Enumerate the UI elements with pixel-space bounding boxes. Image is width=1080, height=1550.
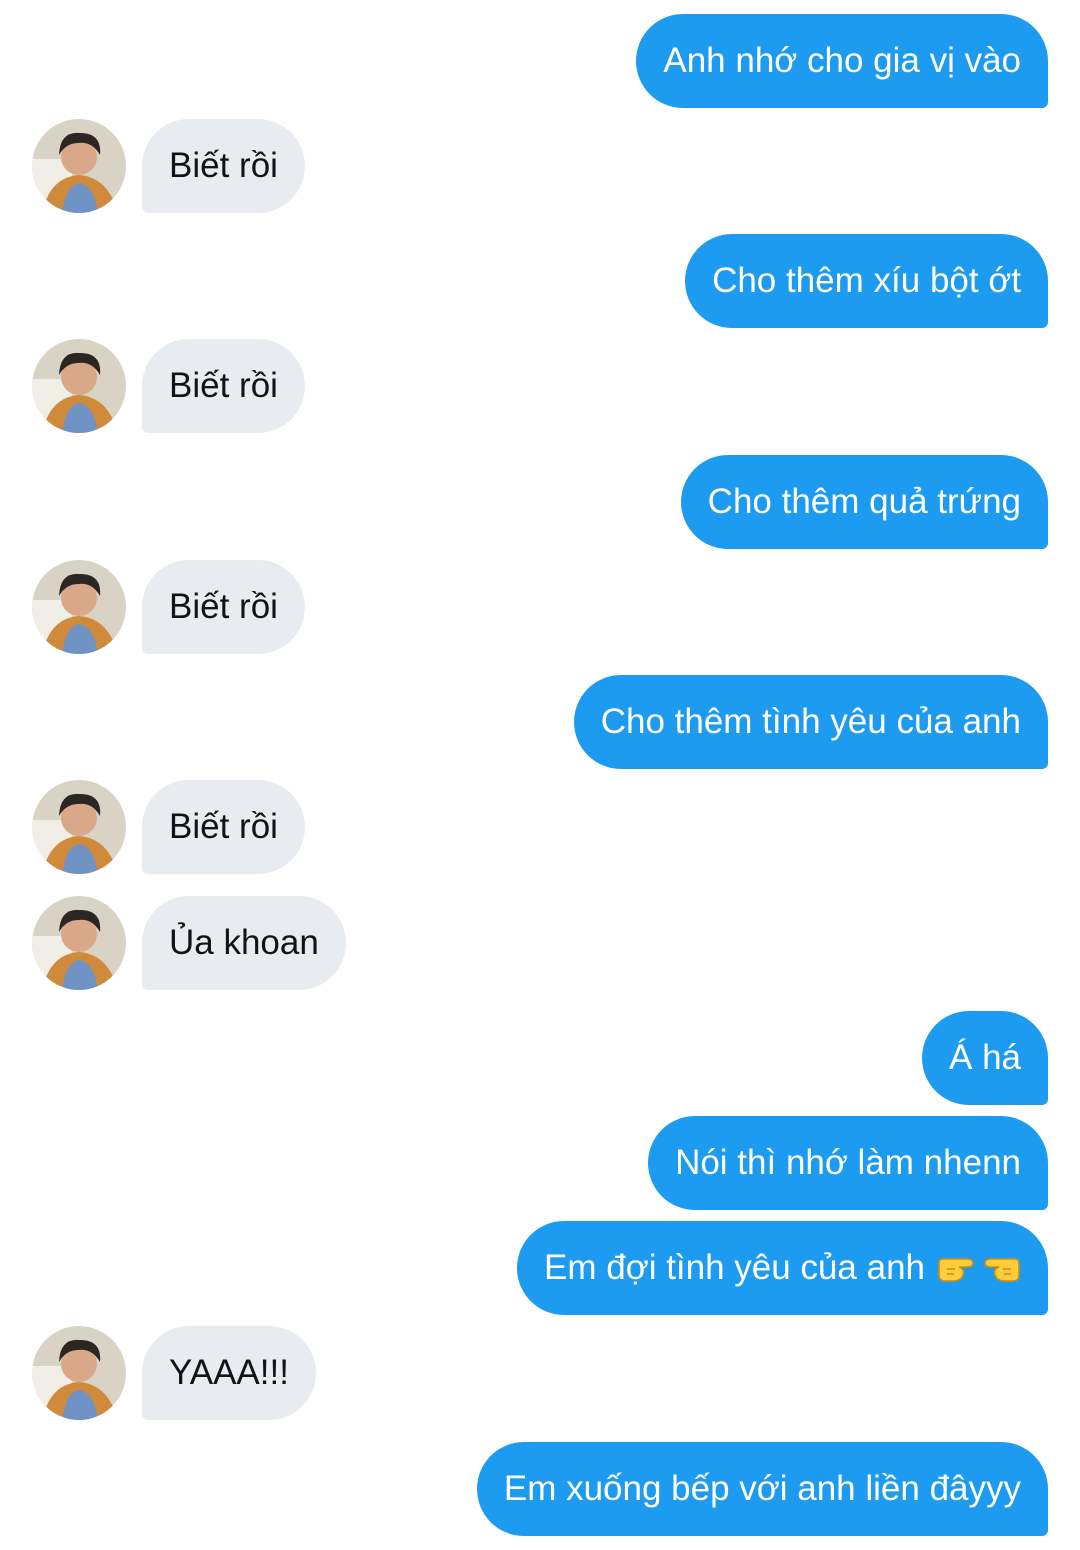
received-message-bubble[interactable]: Biết rồi [142, 780, 305, 874]
contact-avatar[interactable] [32, 780, 126, 874]
message-text: Biết rồi [169, 146, 278, 185]
received-message-bubble[interactable]: Biết rồi [142, 339, 305, 433]
sent-message-bubble[interactable]: Cho thêm tình yêu của anh [573, 675, 1048, 769]
avatar-photo-icon [32, 560, 126, 654]
sent-message-bubble[interactable]: Em xuống bếp với anh liền đâyyy [476, 1442, 1048, 1536]
sent-message-bubble[interactable]: Em đợi tình yêu của anh [517, 1221, 1048, 1315]
sent-message-bubble[interactable]: Nói thì nhớ làm nhenn [648, 1116, 1048, 1210]
message-text: Em đợi tình yêu của anh [544, 1248, 925, 1287]
message-text: Cho thêm xíu bột ớt [712, 261, 1021, 300]
received-message-bubble[interactable]: Ủa khoan [142, 896, 346, 990]
message-text: YAAA!!! [169, 1353, 289, 1392]
pointing-left-hand-icon [984, 1258, 1020, 1282]
message-text: Biết rồi [169, 807, 278, 846]
contact-avatar[interactable] [32, 896, 126, 990]
received-message-bubble[interactable]: YAAA!!! [142, 1326, 316, 1420]
avatar-photo-icon [32, 780, 126, 874]
pointing-right-hand-icon [938, 1258, 974, 1282]
contact-avatar[interactable] [32, 339, 126, 433]
message-text: Biết rồi [169, 587, 278, 626]
contact-avatar[interactable] [32, 560, 126, 654]
message-text: Biết rồi [169, 366, 278, 405]
received-message-bubble[interactable]: Biết rồi [142, 560, 305, 654]
message-text: Á há [949, 1038, 1021, 1077]
sent-message-bubble[interactable]: Á há [922, 1011, 1048, 1105]
avatar-photo-icon [32, 119, 126, 213]
message-text: Em xuống bếp với anh liền đâyyy [503, 1469, 1021, 1508]
pointing-hands-emoji [937, 1249, 1021, 1287]
message-text: Ủa khoan [169, 923, 319, 962]
message-text: Cho thêm quả trứng [707, 482, 1021, 521]
contact-avatar[interactable] [32, 119, 126, 213]
received-message-bubble[interactable]: Biết rồi [142, 119, 305, 213]
message-text: Nói thì nhớ làm nhenn [675, 1143, 1021, 1182]
message-text: Cho thêm tình yêu của anh [600, 702, 1021, 741]
avatar-photo-icon [32, 896, 126, 990]
avatar-photo-icon [32, 1326, 126, 1420]
contact-avatar[interactable] [32, 1326, 126, 1420]
message-text: Anh nhớ cho gia vị vào [663, 41, 1021, 80]
sent-message-bubble[interactable]: Cho thêm quả trứng [680, 455, 1048, 549]
sent-message-bubble[interactable]: Anh nhớ cho gia vị vào [636, 14, 1048, 108]
avatar-photo-icon [32, 339, 126, 433]
sent-message-bubble[interactable]: Cho thêm xíu bột ớt [685, 234, 1048, 328]
